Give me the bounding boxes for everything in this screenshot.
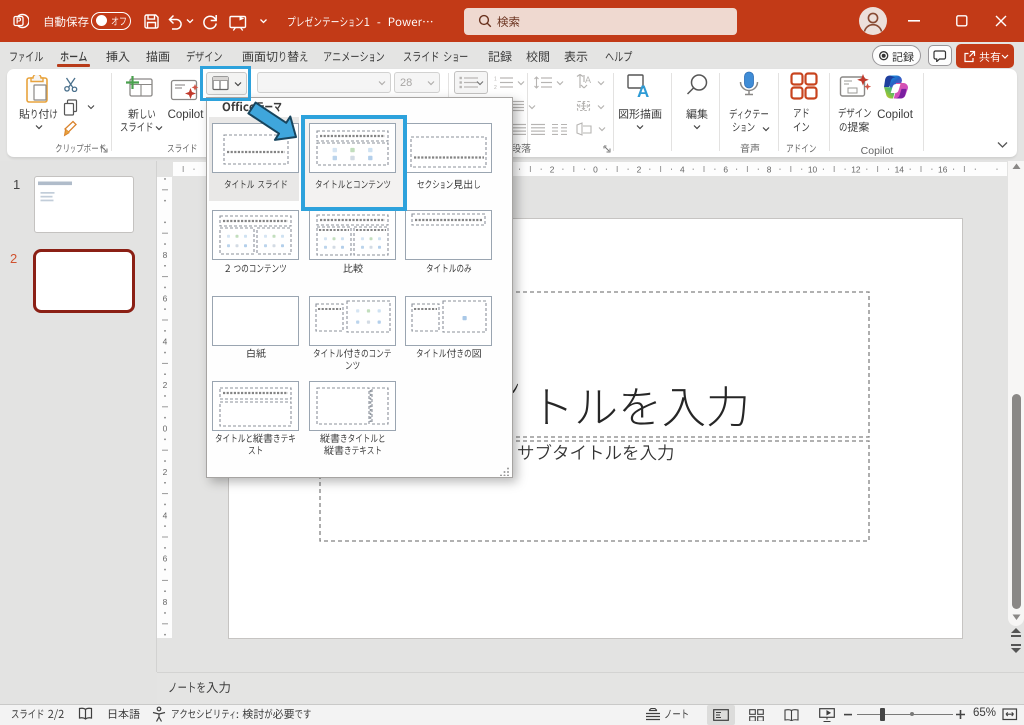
svg-text:2: 2 [550, 165, 555, 175]
svg-text:A: A [637, 82, 649, 99]
svg-text:0: 0 [593, 165, 598, 175]
svg-text:A: A [585, 75, 591, 85]
svg-text:4: 4 [163, 337, 168, 347]
svg-text:1: 1 [494, 77, 497, 83]
svg-text:8: 8 [163, 597, 168, 607]
svg-text:14: 14 [895, 165, 905, 175]
svg-text:6: 6 [163, 554, 168, 564]
svg-text:8: 8 [767, 165, 772, 175]
svg-text:P: P [16, 17, 22, 26]
svg-text:0: 0 [163, 424, 168, 434]
svg-text:2: 2 [163, 380, 168, 390]
svg-text:12: 12 [851, 165, 861, 175]
svg-text:6: 6 [163, 293, 168, 303]
svg-text:8: 8 [163, 250, 168, 260]
svg-text:4: 4 [163, 510, 168, 520]
svg-text:4: 4 [680, 165, 685, 175]
svg-text:10: 10 [808, 165, 818, 175]
svg-text:2: 2 [163, 467, 168, 477]
svg-text:16: 16 [938, 165, 948, 175]
svg-text:2: 2 [494, 85, 497, 89]
svg-text:6: 6 [723, 165, 728, 175]
svg-text:2: 2 [637, 165, 642, 175]
